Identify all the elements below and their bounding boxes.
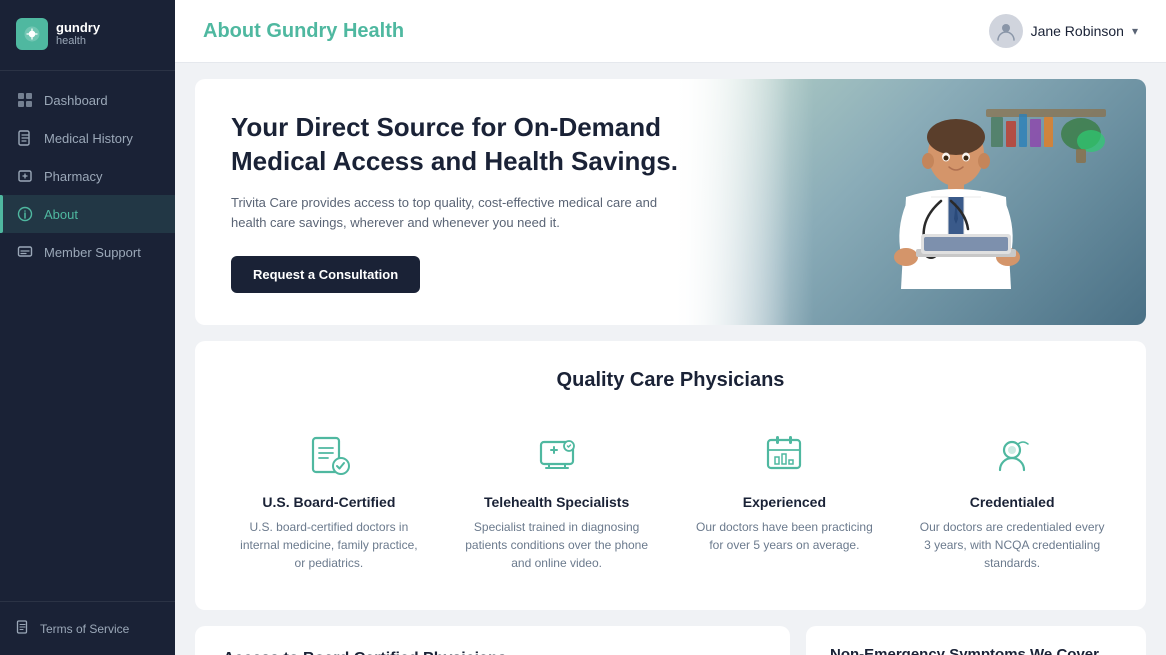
pharmacy-icon	[16, 167, 34, 185]
credentialed-icon	[986, 430, 1038, 482]
sidebar-item-label: Medical History	[44, 131, 133, 146]
terms-link[interactable]: Terms of Service	[16, 614, 159, 643]
user-name: Jane Robinson	[1031, 23, 1124, 39]
access-title: Access to Board Certified Physicians	[223, 650, 762, 655]
sidebar-item-label: Pharmacy	[44, 169, 103, 184]
hero-title: Your Direct Source for On-Demand Medical…	[231, 111, 682, 179]
logo: gundryhealth	[16, 18, 159, 50]
sidebar-item-member-support[interactable]: Member Support	[0, 233, 175, 271]
dashboard-icon	[16, 91, 34, 109]
cta-button[interactable]: Request a Consultation	[231, 256, 420, 293]
sidebar-item-about[interactable]: About	[0, 195, 175, 233]
access-section: Access to Board Certified Physicians We …	[195, 626, 790, 655]
sidebar-item-label: Dashboard	[44, 93, 108, 108]
page-header: About Gundry Health Jane Robinson ▾	[175, 0, 1166, 63]
quality-card-credentialed: Credentialed Our doctors are credentiale…	[908, 420, 1116, 582]
card-desc-3: Our doctors have been practicing for ove…	[691, 518, 879, 554]
hero-description: Trivita Care provides access to top qual…	[231, 193, 682, 235]
main-content: About Gundry Health Jane Robinson ▾ Your…	[175, 0, 1166, 655]
hero-image	[671, 79, 1147, 325]
telehealth-icon	[531, 430, 583, 482]
page-title: About Gundry Health	[203, 20, 404, 43]
chevron-down-icon: ▾	[1132, 24, 1138, 38]
card-title-1: U.S. Board-Certified	[235, 494, 423, 510]
quality-grid: U.S. Board-Certified U.S. board-certifie…	[225, 420, 1116, 582]
hero-content: Your Direct Source for On-Demand Medical…	[195, 79, 718, 325]
sidebar-item-pharmacy[interactable]: Pharmacy	[0, 157, 175, 195]
bottom-row: Access to Board Certified Physicians We …	[195, 626, 1146, 655]
quality-card-telehealth: Telehealth Specialists Specialist traine…	[453, 420, 661, 582]
sidebar-nav: Dashboard Medical History Pharmacy	[0, 71, 175, 601]
file-icon	[16, 129, 34, 147]
logo-area: gundryhealth	[0, 0, 175, 71]
support-icon	[16, 243, 34, 261]
terms-icon	[16, 620, 30, 637]
card-title-2: Telehealth Specialists	[463, 494, 651, 510]
card-desc-4: Our doctors are credentialed every 3 yea…	[918, 518, 1106, 572]
sidebar-footer: Terms of Service	[0, 601, 175, 655]
sidebar-item-label: Member Support	[44, 245, 141, 260]
brand-name: gundryhealth	[56, 21, 100, 47]
quality-card-board-certified: U.S. Board-Certified U.S. board-certifie…	[225, 420, 433, 582]
user-avatar	[989, 14, 1023, 48]
quality-section-title: Quality Care Physicians	[225, 369, 1116, 392]
sidebar: gundryhealth Dashboard	[0, 0, 175, 655]
certified-icon	[303, 430, 355, 482]
info-icon	[16, 205, 34, 223]
symptoms-section: Non-Emergency Symptoms We Cover Fever Pi…	[806, 626, 1146, 655]
user-menu[interactable]: Jane Robinson ▾	[989, 14, 1138, 48]
hero-section: Your Direct Source for On-Demand Medical…	[195, 79, 1146, 325]
logo-icon	[16, 18, 48, 50]
sidebar-item-medical-history[interactable]: Medical History	[0, 119, 175, 157]
sidebar-item-dashboard[interactable]: Dashboard	[0, 81, 175, 119]
card-desc-2: Specialist trained in diagnosing patient…	[463, 518, 651, 572]
quality-card-experienced: Experienced Our doctors have been practi…	[681, 420, 889, 582]
card-title-4: Credentialed	[918, 494, 1106, 510]
terms-label: Terms of Service	[40, 622, 129, 636]
experienced-icon	[758, 430, 810, 482]
doctor-illustration	[836, 89, 1116, 309]
quality-section: Quality Care Physicians U.S. Board-Certi…	[195, 341, 1146, 610]
sidebar-item-label: About	[44, 207, 78, 222]
card-title-3: Experienced	[691, 494, 879, 510]
symptoms-title: Non-Emergency Symptoms We Cover	[830, 646, 1122, 655]
card-desc-1: U.S. board-certified doctors in internal…	[235, 518, 423, 572]
